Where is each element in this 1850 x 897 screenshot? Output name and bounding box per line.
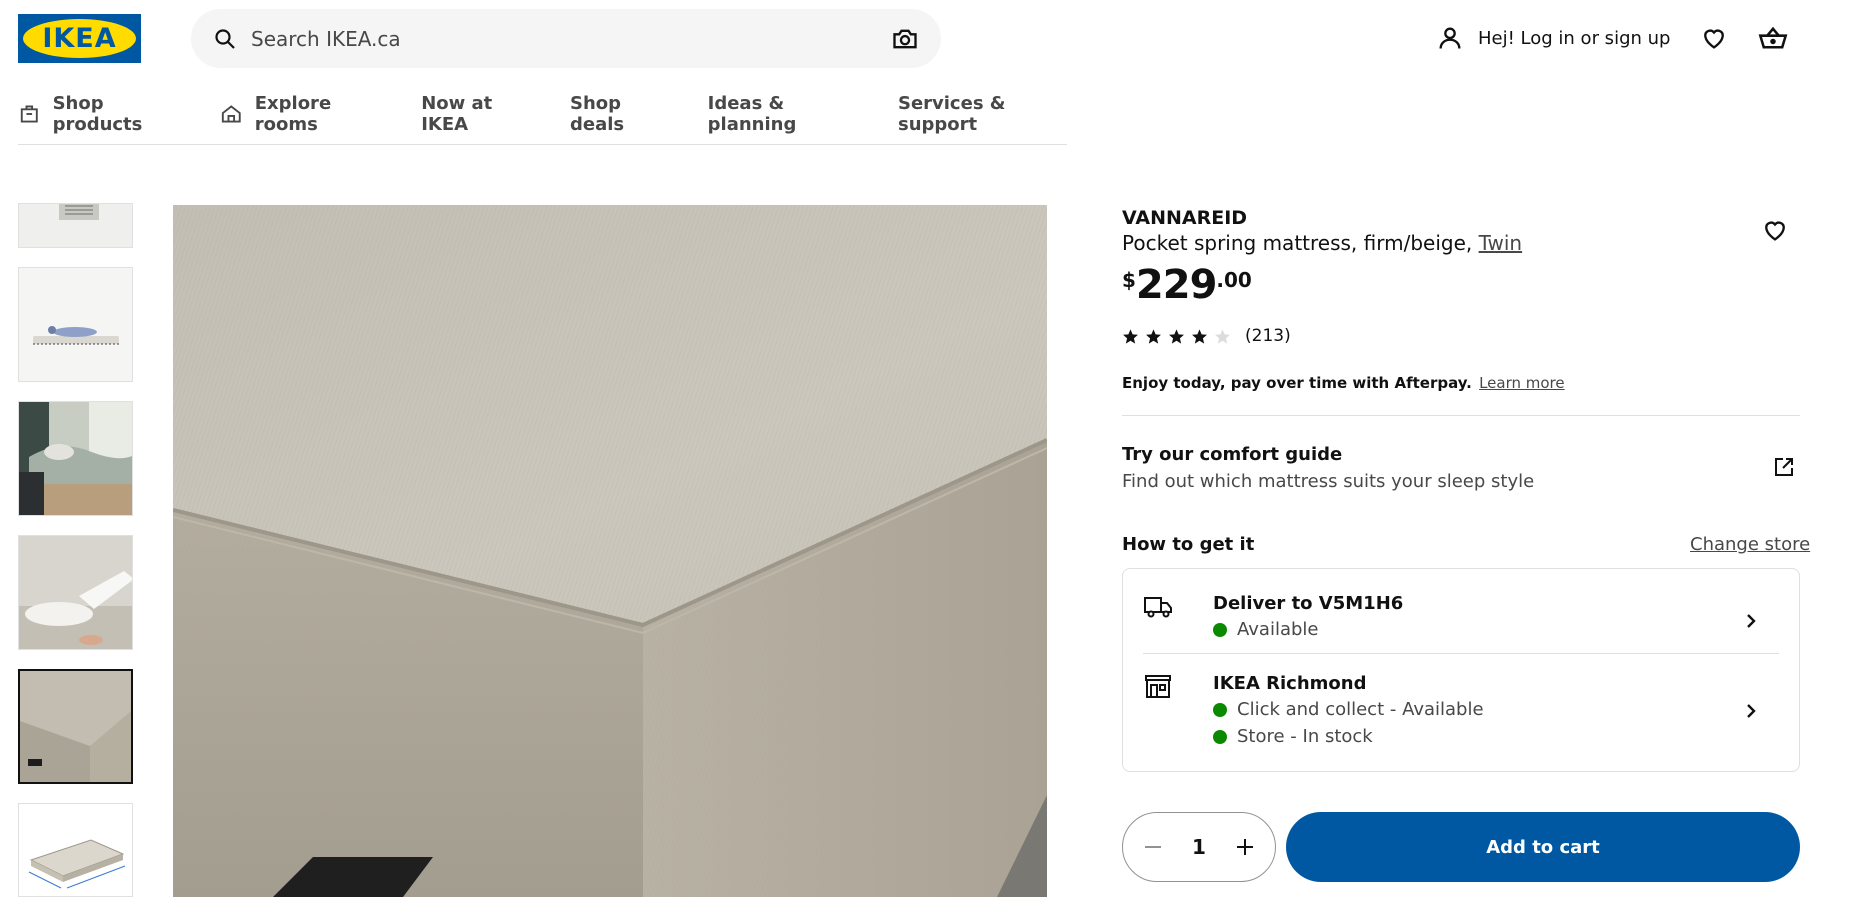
bedroom-scene-image [19, 402, 132, 515]
nav-label: Shop deals [570, 93, 625, 135]
divider [1122, 415, 1800, 416]
product-main-image[interactable] [173, 205, 1047, 897]
camera-icon[interactable] [891, 25, 919, 53]
product-price: $ 229 .00 [1122, 262, 1252, 308]
product-thumbnail[interactable] [18, 535, 133, 650]
nav-label: Services & support [897, 93, 1006, 135]
star-filled-icon [1169, 328, 1184, 344]
quantity-value[interactable]: 1 [1192, 835, 1206, 859]
availability-separator [1143, 653, 1779, 654]
nav-explore-rooms[interactable]: Explore rooms [220, 93, 381, 138]
external-link-icon[interactable] [1772, 455, 1796, 479]
delivery-option[interactable]: Deliver to V5M1H6 Available [1143, 589, 1779, 649]
nav-services-support[interactable]: Services & support [898, 93, 1067, 138]
person-on-mattress-image [19, 268, 132, 381]
comfort-guide-subtitle: Find out which mattress suits your sleep… [1122, 471, 1535, 492]
mattress-closeup-image [19, 204, 132, 247]
logo-oval: IKEA [23, 19, 136, 58]
chevron-right-icon [1747, 704, 1756, 718]
nav-shop-products[interactable]: Shop products [18, 93, 180, 138]
delivery-title: Deliver to V5M1H6 [1213, 593, 1404, 614]
ikea-logo[interactable]: IKEA [18, 14, 141, 63]
product-thumbnail[interactable] [18, 203, 133, 248]
delivery-status: Available [1213, 619, 1318, 640]
nav-label: Shop products [52, 93, 143, 135]
price-integer: 229 [1135, 262, 1217, 308]
nav-label: Ideas & planning [707, 93, 797, 135]
comfort-guide-title[interactable]: Try our comfort guide [1122, 444, 1342, 465]
available-dot [1213, 702, 1227, 717]
star-filled-icon [1192, 328, 1207, 344]
logo-text: IKEA [42, 23, 117, 54]
pillow-hand-image [19, 536, 132, 649]
available-dot [1213, 729, 1227, 744]
nav-label: Now at IKEA [421, 93, 493, 135]
mattress-corner-image [20, 671, 131, 782]
search-input[interactable] [251, 26, 891, 51]
plus-icon[interactable] [1233, 835, 1257, 859]
learn-more-link[interactable]: Learn more [1479, 374, 1565, 392]
star-empty-icon [1215, 328, 1230, 344]
product-description-text: Pocket spring mattress, firm/beige, [1122, 231, 1473, 255]
login-label: Hej! Log in or sign up [1478, 27, 1671, 49]
minus-icon[interactable] [1141, 835, 1165, 859]
search-icon [215, 28, 235, 49]
available-dot [1213, 622, 1227, 637]
how-to-get-it-heading: How to get it [1122, 534, 1255, 555]
store-status-click-collect: Click and collect - Available [1213, 699, 1484, 720]
review-count: (213) [1245, 326, 1291, 346]
nav-now-at-ikea[interactable]: Now at IKEA [421, 93, 530, 138]
product-thumbnail[interactable] [18, 267, 133, 382]
nav-label: Explore rooms [254, 93, 332, 135]
star-filled-icon [1146, 328, 1161, 344]
afterpay-text: Enjoy today, pay over time with Afterpay… [1122, 374, 1472, 392]
heart-icon[interactable] [1700, 24, 1728, 52]
product-name: VANNAREID [1122, 207, 1248, 229]
store-option[interactable]: IKEA Richmond Click and collect - Availa… [1143, 669, 1779, 759]
mattress-corner-photo [173, 205, 1047, 897]
house-icon [222, 105, 241, 123]
chevron-right-icon [1747, 614, 1756, 628]
change-store-link[interactable]: Change store [1690, 534, 1810, 555]
quantity-stepper: 1 [1122, 812, 1276, 882]
product-thumbnail-active[interactable] [18, 669, 133, 784]
search-bar[interactable] [191, 9, 941, 68]
availability-box: Deliver to V5M1H6 Available IKEA Richmon… [1122, 568, 1800, 772]
product-thumbnail[interactable] [18, 803, 133, 897]
heart-icon[interactable] [1761, 216, 1789, 244]
mattress-dimensions-image [19, 804, 132, 896]
price-currency: $ [1122, 268, 1136, 292]
price-decimal: .00 [1216, 268, 1252, 292]
product-rating[interactable]: (213) [1122, 326, 1291, 346]
store-bag-icon [20, 105, 38, 123]
add-to-cart-button[interactable]: Add to cart [1286, 812, 1800, 882]
delivery-status-text: Available [1237, 619, 1319, 640]
store-building-icon [1145, 675, 1171, 698]
store-status-text: Store - In stock [1237, 726, 1373, 747]
shopping-basket-icon[interactable] [1758, 24, 1788, 52]
product-description: Pocket spring mattress, firm/beige, Twin [1122, 231, 1522, 255]
store-status-text: Click and collect - Available [1237, 699, 1484, 720]
login-link[interactable]: Hej! Log in or sign up [1436, 24, 1670, 52]
delivery-truck-icon [1144, 597, 1172, 618]
person-icon [1439, 27, 1461, 49]
store-title: IKEA Richmond [1213, 673, 1367, 694]
afterpay-message: Enjoy today, pay over time with Afterpay… [1122, 374, 1565, 392]
nav-ideas-planning[interactable]: Ideas & planning [708, 93, 858, 138]
product-thumbnail[interactable] [18, 401, 133, 516]
nav-shop-deals[interactable]: Shop deals [570, 93, 668, 138]
size-link[interactable]: Twin [1479, 231, 1523, 255]
star-filled-icon [1123, 328, 1138, 344]
store-status-in-stock: Store - In stock [1213, 726, 1373, 747]
main-navigation: Shop products Explore rooms Now at IKEA … [18, 92, 1067, 145]
